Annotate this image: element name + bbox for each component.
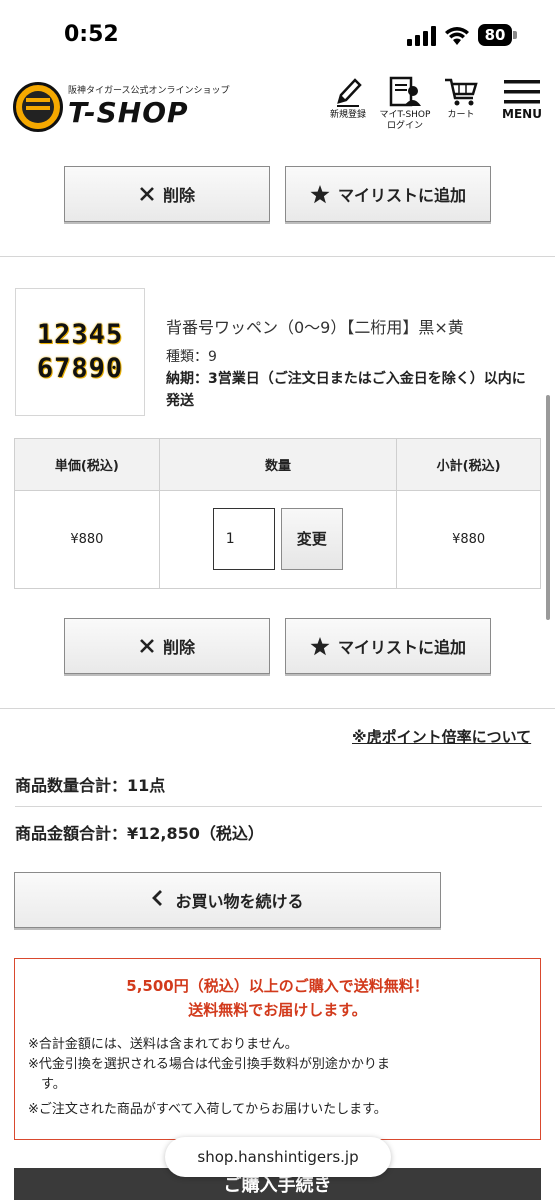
cart-icon xyxy=(445,78,478,106)
divider xyxy=(0,256,555,257)
register-button[interactable]: 新規登録 xyxy=(322,76,374,121)
mypage-login-button[interactable]: マイT-SHOP ログイン xyxy=(376,76,434,132)
address-bar[interactable]: shop.hanshintigers.jp xyxy=(165,1137,391,1177)
cart-button[interactable]: カート xyxy=(436,76,486,121)
quantity-cell: 1 変更 xyxy=(158,490,398,589)
pencil-icon xyxy=(337,78,362,107)
product-image-line2: 67890 xyxy=(36,353,124,384)
delete-label: 削除 xyxy=(162,638,195,657)
logo-wordmark[interactable]: T-SHOP xyxy=(68,96,189,129)
menu-label: MENU xyxy=(502,107,542,121)
star-icon xyxy=(310,636,330,656)
quantity-input[interactable]: 1 xyxy=(212,507,275,570)
battery-tip xyxy=(513,31,517,39)
scrollbar[interactable] xyxy=(546,395,550,620)
notice-line: ※ご注文された商品がすべて入荷してからお届けいたします。 xyxy=(28,1102,387,1117)
continue-shopping-label: お買い物を続ける xyxy=(175,892,304,911)
delete-label: 削除 xyxy=(162,186,195,205)
total-amount: 商品金額合計：¥12,850（税込） xyxy=(15,824,264,843)
mypage-label: マイT-SHOP xyxy=(379,110,431,120)
product-name[interactable]: 背番号ワッペン（0〜9）【二桁用】黒×黄 xyxy=(166,314,464,338)
subtotal-header: 小計(税込) xyxy=(396,438,541,491)
notice-line: ※合計金額には、送料は含まれておりません。 xyxy=(28,1037,298,1052)
free-shipping-subtitle: 送料無料でお届けします。 xyxy=(188,1001,367,1019)
battery-icon: 80 xyxy=(478,24,512,46)
unit-price-header: 単価(税込) xyxy=(14,438,160,491)
delivery-info: 納期：3営業日（ご注文日またはご入金日を除く）以内に発送 xyxy=(166,371,526,409)
register-label: 新規登録 xyxy=(329,110,366,120)
delete-button[interactable]: 削除 xyxy=(64,618,270,674)
login-label: ログイン xyxy=(386,121,423,131)
total-quantity: 商品数量合計：11点 xyxy=(15,776,166,795)
close-icon xyxy=(139,638,155,654)
free-shipping-title: 5,500円（税込）以上のご購入で送料無料！ xyxy=(126,977,429,995)
product-image[interactable]: 12345 67890 xyxy=(15,288,145,416)
cart-label: カート xyxy=(447,110,475,120)
product-image-line1: 12345 xyxy=(36,319,124,350)
price-table: 単価(税込) 数量 小計(税込) ¥880 1 変更 ¥880 xyxy=(14,438,541,589)
divider xyxy=(0,708,555,709)
unit-price-value: ¥880 xyxy=(14,490,160,589)
tora-point-link[interactable]: ※虎ポイント倍率について xyxy=(352,726,531,747)
wifi-icon xyxy=(445,27,469,45)
chevron-left-icon xyxy=(151,890,163,910)
product-variant: 種類：9 xyxy=(166,349,217,365)
clock: 0:52 xyxy=(64,22,119,47)
close-icon xyxy=(139,186,155,202)
logo-subtitle: 阪神タイガース公式オンラインショップ xyxy=(68,86,230,96)
add-to-mylist-button[interactable]: マイリストに追加 xyxy=(285,166,491,222)
star-icon xyxy=(310,184,330,204)
delete-button[interactable]: 削除 xyxy=(64,166,270,222)
subtotal-value: ¥880 xyxy=(396,490,541,589)
status-bar: 0:52 80 xyxy=(0,0,555,72)
site-header: 阪神タイガース公式オンラインショップ T-SHOP 新規登録 マイT-SHOP … xyxy=(0,72,555,142)
shipping-notice: 5,500円（税込）以上のご購入で送料無料！ 送料無料でお届けします。 ※合計金… xyxy=(14,958,541,1140)
hamburger-icon xyxy=(504,80,540,104)
user-card-icon xyxy=(389,76,421,107)
notice-line: す。 xyxy=(41,1077,66,1092)
continue-shopping-button[interactable]: お買い物を続ける xyxy=(14,872,441,928)
divider xyxy=(15,806,542,807)
menu-button[interactable]: MENU xyxy=(498,76,546,120)
mylist-label: マイリストに追加 xyxy=(337,186,466,205)
quantity-header: 数量 xyxy=(158,438,398,491)
cellular-signal-icon xyxy=(407,26,436,46)
change-quantity-button[interactable]: 変更 xyxy=(280,507,343,570)
notice-line: ※代金引換を選択される場合は代金引換手数料が別途かかりま xyxy=(28,1057,390,1072)
add-to-mylist-button[interactable]: マイリストに追加 xyxy=(285,618,491,674)
tigers-logo-icon[interactable] xyxy=(13,82,63,132)
mylist-label: マイリストに追加 xyxy=(337,638,466,657)
